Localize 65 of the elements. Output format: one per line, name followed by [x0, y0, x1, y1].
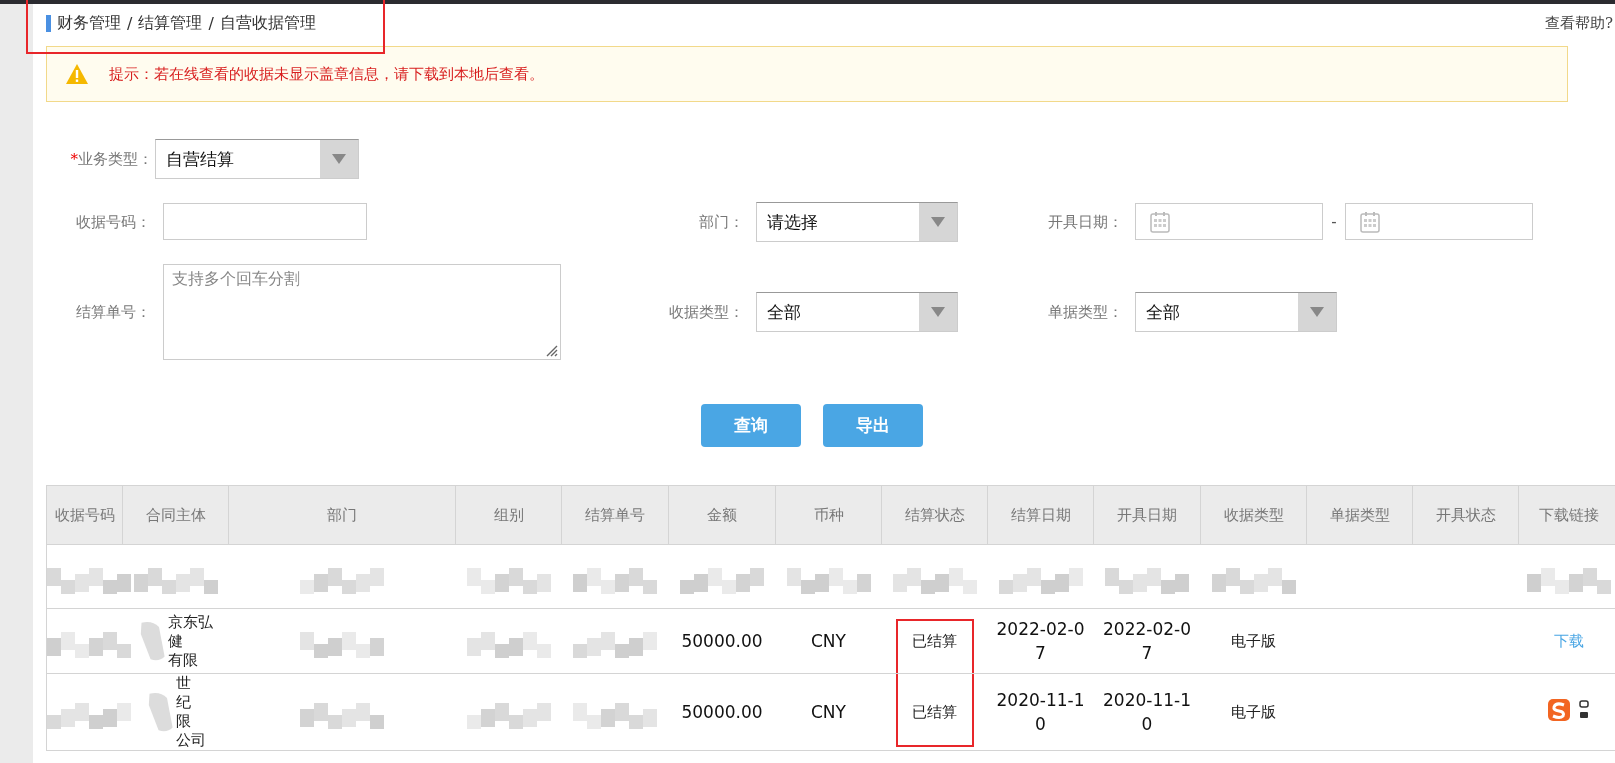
breadcrumb-item[interactable]: 结算管理: [138, 12, 203, 34]
column-header: 结算日期: [987, 485, 1094, 545]
column-header: 单据类型: [1306, 485, 1413, 545]
field-label: 开具日期：: [1048, 212, 1123, 231]
table-cell-text: CNY: [810, 701, 847, 724]
date-field[interactable]: [1135, 203, 1323, 240]
table-cell-text: 2020-11-10: [1102, 689, 1192, 736]
table-cell-text: 2022-02-07: [995, 618, 1086, 665]
table-cell-text: 50000.00: [680, 630, 764, 653]
warning-icon: [65, 63, 89, 85]
dropdown[interactable]: 全部: [1135, 292, 1337, 332]
column-header: 结算状态: [881, 485, 988, 545]
dropdown-arrow-icon: [1309, 306, 1325, 318]
breadcrumb-separator: /: [208, 13, 214, 33]
breadcrumb-separator: /: [127, 13, 133, 33]
notice-text: 提示：若在线查看的收据未显示盖章信息，请下载到本地后查看。: [109, 64, 544, 84]
range-separator: -: [1330, 212, 1338, 231]
column-header: 下载链接: [1518, 485, 1615, 545]
table-cell-text: 50000.00: [680, 701, 764, 724]
column-header: 币种: [775, 485, 882, 545]
input-field[interactable]: [163, 203, 367, 240]
calendar-icon: [1360, 210, 1380, 233]
breadcrumb-item[interactable]: 财务管理: [57, 12, 121, 34]
table-cell-text: 2020-11-10: [995, 689, 1086, 736]
dropdown-arrow-icon: [930, 215, 946, 228]
table-cell: 已结算: [912, 702, 957, 722]
column-header: 结算单号: [561, 485, 669, 545]
table-cell-text: CNY: [810, 630, 847, 653]
help-link[interactable]: 查看帮助?: [1544, 13, 1613, 33]
table-cell: 健: [168, 631, 183, 651]
field-label: *业务类型：: [70, 149, 153, 168]
table-cell: 电子版: [1231, 702, 1276, 722]
text-area[interactable]: 支持多个回车分割: [163, 264, 561, 360]
dropdown[interactable]: 全部: [756, 292, 958, 332]
table-cell: 限: [175, 712, 191, 731]
column-header: 收据号码: [46, 485, 123, 545]
table-cell: 世: [175, 674, 191, 693]
calendar-icon: [1150, 210, 1170, 233]
field-label: 单据类型：: [1048, 303, 1123, 321]
resize-grip-icon: [544, 343, 558, 357]
field-label: 收据类型：: [669, 303, 744, 321]
column-header: 开具状态: [1412, 485, 1519, 545]
dropdown-arrow-icon: [930, 306, 946, 318]
dropdown[interactable]: 自营结算: [155, 138, 359, 179]
table-cell: 已结算: [912, 631, 957, 651]
column-header: 部门: [228, 485, 456, 545]
accent-bar: [46, 14, 51, 32]
field-label: 部门：: [699, 212, 744, 231]
table-cell: 纪: [175, 693, 191, 712]
dropdown[interactable]: 请选择: [756, 201, 958, 242]
table-cell: 公司: [175, 731, 206, 750]
date-field[interactable]: [1345, 203, 1533, 240]
table-cell: 有限: [168, 650, 198, 670]
column-header: 组别: [455, 485, 562, 545]
breadcrumb-item[interactable]: 自营收据管理: [219, 12, 316, 34]
column-header: 开具日期: [1093, 485, 1201, 545]
table-cell-text: 2022-02-07: [1102, 618, 1192, 665]
field-label: 收据号码：: [76, 212, 151, 231]
column-header: 金额: [668, 485, 776, 545]
dropdown-arrow-icon: [331, 152, 347, 165]
column-header: 合同主体: [122, 485, 229, 545]
table-cell: 电子版: [1231, 631, 1276, 651]
field-label: 结算单号：: [76, 303, 151, 321]
column-header: 收据类型: [1200, 485, 1307, 545]
table-cell: 京东弘: [168, 612, 213, 632]
